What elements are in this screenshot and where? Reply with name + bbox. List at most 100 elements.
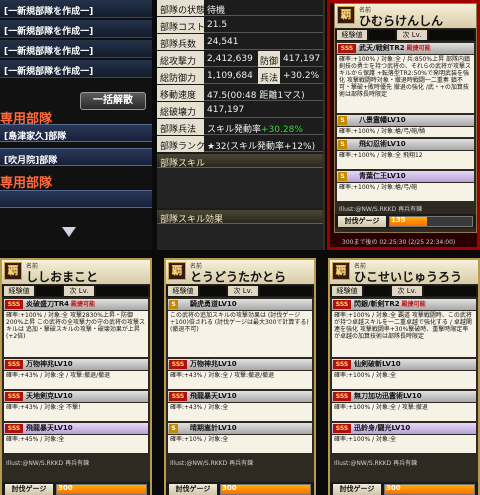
exp-label: 経験値 — [168, 286, 198, 296]
skill-2-bar[interactable]: SSS 万物神兆LV10 — [168, 359, 312, 370]
skill-1-bar[interactable]: SSS 炎破盛刀TR4 殿捷可能 — [4, 299, 148, 310]
stat-key: 部隊ランク — [157, 136, 204, 152]
skill-4-bar[interactable]: S 青葉仁王LV10 — [337, 171, 474, 182]
skill-3-desc: 確率:+43% / 対象:全 — [168, 403, 312, 421]
exp-row: 経験値 次 Lv. — [166, 285, 314, 297]
general-card-3[interactable]: 覇 名前 ひこせいじゅうろう 経験値 次 Lv. SSS 閃銀/斬剣TR2 殿捷可能… — [328, 258, 480, 495]
skill-3-desc: 確率:+43% / 対象:全 不撃! — [4, 403, 148, 421]
skill-3-desc: 確率:+100% / 対象:全 / 攻撃:撤退 — [332, 403, 476, 421]
disband-all-button[interactable]: 一括解散 — [80, 92, 146, 110]
stat-row-defense: 総防御力 1,109,684 兵法 +30.2% — [157, 68, 323, 84]
exp-value — [200, 286, 226, 296]
general-card-1[interactable]: 覇 名前 ししおまこと 経験値 次 Lv. SSS 炎破盛刀TR4 殿捷可能 確率:… — [0, 258, 152, 495]
stat-row-troops: 部隊兵数 24,541 — [157, 34, 323, 50]
skill-2-bar[interactable]: SSS 仙剣破斬LV10 — [332, 359, 476, 370]
stat-key: 部隊兵数 — [157, 34, 204, 50]
stat-value: 1,109,684 — [207, 71, 253, 81]
skill-1-name: 武天/戦剣TR2 — [359, 44, 405, 52]
skill-2-name: 八景霊幡LV10 — [359, 116, 406, 124]
tier-sss-icon: SSS — [333, 392, 351, 401]
stat-row-speed: 移動速度 47.5(00:48 距離1マス) — [157, 85, 323, 101]
lv-label: 次 Lv. — [397, 30, 427, 40]
unit-fugetsuin-row[interactable]: [吹月院]部隊 — [0, 148, 152, 166]
card-name: ひむらけんしん — [359, 14, 444, 28]
tier-sss-icon: SSS — [338, 44, 356, 53]
skill-4-bar[interactable]: SSS 飛龍暴天LV10 — [4, 423, 148, 434]
skill-2-name: 仙剣破斬LV10 — [354, 360, 401, 368]
unit-skill-effect-heading: 部隊スキル効果 — [157, 210, 323, 225]
stat-value: 47.5(00:48 距離1マス) — [207, 91, 305, 101]
stat-value: 21.5 — [207, 20, 228, 30]
skill-1-bar[interactable]: S 騎虎勇道LV10 — [168, 299, 312, 310]
stat-row-tactics: 部隊兵法 スキル発動率+30.28% — [157, 119, 323, 135]
skill-2-desc: 確率:+100% / 対象:槍/弓/砲/騎 — [337, 127, 474, 137]
stat-value: 待機 — [207, 6, 226, 16]
rarity-badge: 覇 — [4, 262, 22, 280]
skill-2-bar[interactable]: S 八景霊幡LV10 — [337, 115, 474, 126]
skill-4-desc: 確率:+45% / 対象:全 — [4, 435, 148, 453]
rarity-badge: 覇 — [337, 6, 355, 24]
unit-shimazu-row[interactable]: [島津家久]部隊 — [0, 124, 152, 142]
card-header: 覇 名前 ひむらけんしん — [335, 4, 476, 28]
unit-empty-row[interactable] — [0, 190, 152, 208]
subjugation-gauge: 討伐ゲージ 300 — [2, 482, 150, 495]
skill-4-name: 青葉仁王LV10 — [359, 172, 406, 180]
exp-value — [369, 30, 395, 40]
leader-card[interactable]: 覇 名前 ひむらけんしん 経験値 次 Lv. SSS 武天/戦剣TR2 殿捷可能 確… — [334, 3, 477, 233]
subjugation-gauge: 討伐ゲージ 300 — [166, 482, 314, 495]
skill-3-bar[interactable]: S 飛幻忍術LV10 — [337, 139, 474, 150]
lv-value — [429, 30, 474, 40]
exp-row: 経験値 次 Lv. — [2, 285, 150, 297]
skill-3-name: 飛龍暴天LV10 — [190, 392, 237, 400]
skill-1-bar[interactable]: SSS 閃銀/斬剣TR2 殿捷可能 — [332, 299, 476, 310]
lv-value — [96, 286, 148, 296]
leader-card-frame: 覇 名前 ひむらけんしん 経験値 次 Lv. SSS 武天/戦剣TR2 殿捷可能 確… — [327, 0, 480, 250]
general-card-2[interactable]: 覇 名前 とうどうたかとら 経験値 次 Lv. S 騎虎勇道LV10 この武将の追… — [164, 258, 316, 495]
exp-row: 経験値 次 Lv. — [330, 285, 478, 297]
gauge-label: 討伐ゲージ — [5, 484, 53, 495]
skill-1-desc: 確率:+100% / 対象:全 覇道 攻撃戦闘時、この武将が持つ卓越スキルを一二… — [332, 311, 476, 357]
stat-value: 417,197 — [207, 105, 245, 115]
exp-row: 経験値 次 Lv. — [335, 29, 476, 41]
special-unit-heading-2: 専用部隊 — [0, 176, 53, 191]
stat-key: 部隊コスト — [157, 17, 204, 33]
skill-4-desc: 確率:+100% / 対象:全 — [332, 435, 476, 453]
skill-4-bar[interactable]: SSS 迅鈴身/闘光LV10 — [332, 423, 476, 434]
skill-1-name: 炎破盛刀TR4 — [26, 300, 70, 308]
skill-4-name: 飛龍暴天LV10 — [26, 424, 73, 432]
skill-4-desc: 確率:+10% / 対象:全 — [168, 435, 312, 453]
skill-3-bar[interactable]: SSS 天地剣克LV10 — [4, 391, 148, 402]
subjugation-gauge: 討伐ゲージ 300 — [330, 482, 478, 495]
scroll-down-arrow-icon[interactable] — [62, 227, 76, 237]
rarity-badge: 覇 — [332, 262, 350, 280]
copyright: Illust:@NW/S.RKKD 再兵有錬 — [334, 460, 418, 467]
lv-label: 次 Lv. — [228, 286, 258, 296]
tier-sss-icon: SSS — [169, 392, 187, 401]
create-unit-row-2[interactable]: [一新規部隊を作成一] — [0, 20, 152, 38]
stat-row-attack: 総攻撃力 2,412,639 防御 417,197 — [157, 51, 323, 67]
create-unit-row-1[interactable]: [一新規部隊を作成一] — [0, 0, 152, 18]
skill-4-bar[interactable]: S 晴期嵩計LV10 — [168, 423, 312, 434]
skill-1-name: 騎虎勇道LV10 — [190, 300, 237, 308]
stat-value-green: +30.28% — [261, 125, 303, 135]
skill-1-bar[interactable]: SSS 武天/戦剣TR2 殿捷可能 — [337, 43, 474, 54]
skill-3-bar[interactable]: SSS 無刀加功迅霊術LV10 — [332, 391, 476, 402]
card-header: 覇 名前 とうどうたかとら — [166, 260, 314, 284]
skill-1-tag: 殿捷可能 — [71, 301, 96, 308]
skill-3-bar[interactable]: SSS 飛龍暴天LV10 — [168, 391, 312, 402]
card-name: とうどうたかとら — [190, 270, 287, 284]
stat-key-2: 兵法 — [258, 68, 280, 84]
skill-2-bar[interactable]: SSS 万物神兆LV10 — [4, 359, 148, 370]
stat-value: 24,541 — [207, 37, 239, 47]
tier-s-icon: S — [338, 172, 347, 181]
unit-stats-table: 部隊の状態 待機 部隊コスト 21.5 部隊兵数 24,541 総攻撃力 2,4… — [157, 0, 325, 250]
create-unit-row-4[interactable]: [一新規部隊を作成一] — [0, 60, 152, 78]
lv-label: 次 Lv. — [392, 286, 422, 296]
stat-key: 部隊の状態 — [157, 0, 204, 16]
card-header: 覇 名前 ひこせいじゅうろう — [330, 260, 478, 284]
stat-key-2: 防御 — [258, 51, 280, 67]
stat-key: 部隊兵法 — [157, 119, 204, 135]
stat-value-text: スキル発動率 — [207, 125, 262, 135]
gauge-value: 300 — [58, 484, 73, 492]
create-unit-row-3[interactable]: [一新規部隊を作成一] — [0, 40, 152, 58]
